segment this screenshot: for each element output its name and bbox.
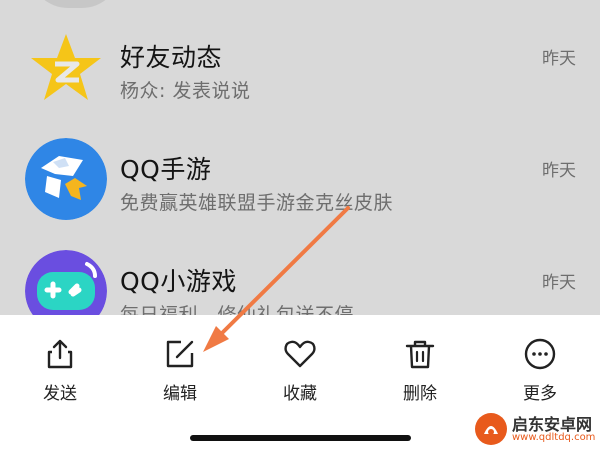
delete-label: 删除 bbox=[403, 384, 437, 404]
watermark-url: www.qdltdq.com bbox=[512, 432, 596, 443]
watermark-logo-icon bbox=[475, 413, 507, 445]
more-label: 更多 bbox=[523, 384, 557, 404]
favorite-button[interactable]: 收藏 bbox=[260, 337, 340, 404]
more-button[interactable]: 更多 bbox=[500, 337, 580, 404]
edit-label: 编辑 bbox=[163, 384, 197, 404]
send-label: 发送 bbox=[43, 384, 77, 404]
share-icon bbox=[47, 339, 73, 369]
watermark: 启东安卓网 www.qdltdq.com bbox=[474, 410, 600, 450]
trash-icon bbox=[405, 340, 435, 369]
item-title: QQ小游戏 bbox=[120, 267, 237, 296]
item-subtitle: 每日福利，修仙礼包送不停 bbox=[120, 304, 355, 315]
list-item[interactable]: 好友动态 杨众: 发表说说 昨天 bbox=[0, 34, 600, 148]
edit-icon bbox=[166, 340, 194, 368]
qq-mobile-games-icon bbox=[25, 138, 107, 220]
list-item[interactable]: QQ手游 免费赢英雄联盟手游金克丝皮肤 昨天 bbox=[0, 138, 600, 260]
chat-list: 好友动态 杨众: 发表说说 昨天 QQ手游 免费赢英雄联盟手游金克丝皮肤 昨天 bbox=[0, 0, 600, 315]
list-item[interactable]: QQ小游戏 每日福利，修仙礼包送不停 昨天 bbox=[0, 250, 600, 315]
item-time: 昨天 bbox=[542, 273, 576, 293]
item-title: QQ手游 bbox=[120, 155, 212, 184]
item-time: 昨天 bbox=[542, 161, 576, 181]
send-button[interactable]: 发送 bbox=[20, 337, 100, 404]
home-indicator[interactable] bbox=[190, 435, 411, 441]
partial-avatar bbox=[30, 0, 120, 8]
more-icon bbox=[524, 338, 556, 370]
item-subtitle: 杨众: 发表说说 bbox=[120, 80, 251, 102]
edit-button[interactable]: 编辑 bbox=[140, 337, 220, 404]
qzone-star-icon bbox=[25, 28, 107, 110]
item-time: 昨天 bbox=[542, 49, 576, 69]
delete-button[interactable]: 删除 bbox=[380, 337, 460, 404]
item-subtitle: 免费赢英雄联盟手游金克丝皮肤 bbox=[120, 192, 394, 214]
item-title: 好友动态 bbox=[120, 43, 223, 72]
favorite-label: 收藏 bbox=[283, 384, 317, 404]
heart-icon bbox=[284, 340, 316, 368]
